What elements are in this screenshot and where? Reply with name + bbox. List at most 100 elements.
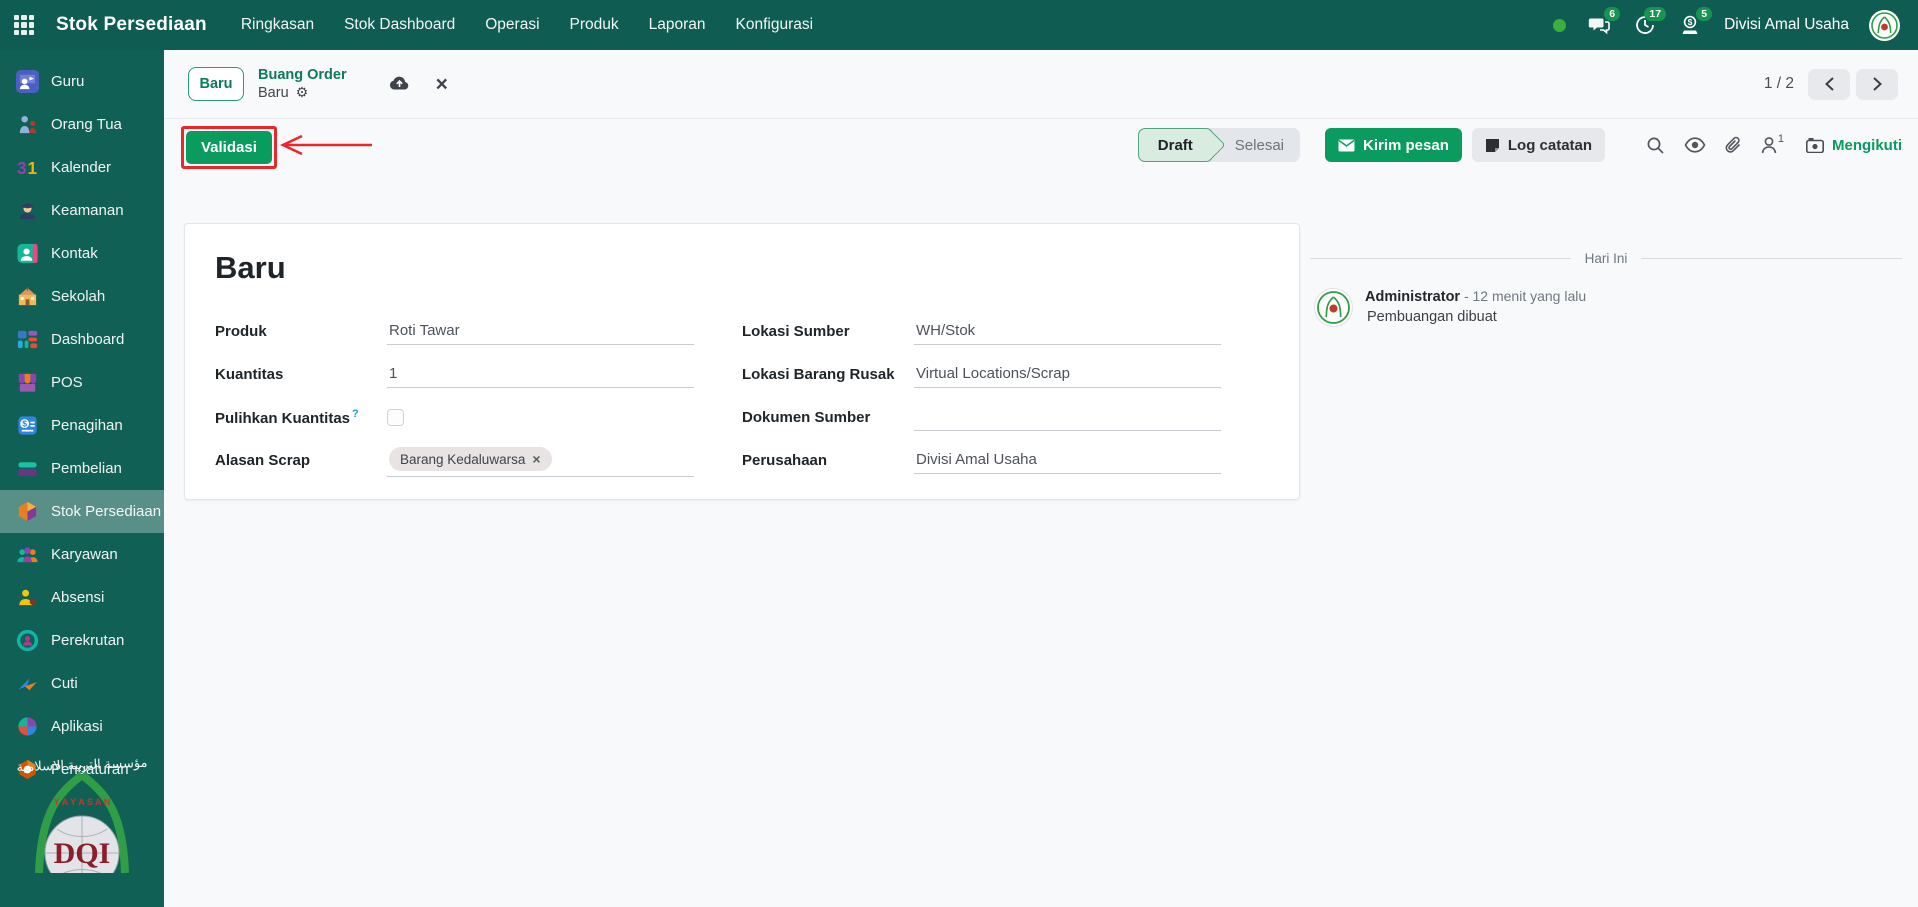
alasan-scrap-input[interactable]: Barang Kedaluwarsa ×	[387, 444, 694, 477]
followers-icon[interactable]: 1	[1761, 133, 1784, 154]
validate-button[interactable]: Validasi	[186, 131, 272, 164]
company-name[interactable]: Divisi Amal Usaha	[1724, 16, 1849, 34]
menu-laporan[interactable]: Laporan	[649, 16, 706, 34]
sidebar-item-perekrutan[interactable]: Perekrutan	[0, 619, 164, 662]
field-produk: Produk Roti Tawar	[215, 310, 694, 353]
form-sheet: Baru Produk Roti Tawar Kuantitas 1 Pulih…	[184, 223, 1300, 500]
sidebar-item-keamanan[interactable]: Keamanan	[0, 189, 164, 232]
activities-icon[interactable]: 17	[1632, 7, 1667, 38]
field-lokasi-barang-rusak: Lokasi Barang Rusak Virtual Locations/Sc…	[742, 353, 1221, 396]
sidebar-item-orang-tua[interactable]: Orang Tua	[0, 103, 164, 146]
top-bar: Stok Persediaan Ringkasan Stok Dashboard…	[0, 0, 1918, 50]
sidebar-item-pos[interactable]: POS	[0, 361, 164, 404]
sidebar-item-absensi[interactable]: Absensi	[0, 576, 164, 619]
current-app-name[interactable]: Stok Persediaan	[56, 14, 207, 36]
date-divider: Hari Ini	[1310, 251, 1902, 266]
sidebar-item-guru[interactable]: Guru	[0, 60, 164, 103]
breadcrumb-current: Baru	[258, 85, 289, 101]
breadcrumb-parent-link[interactable]: Buang Order	[258, 66, 347, 84]
menu-konfigurasi[interactable]: Konfigurasi	[736, 16, 814, 34]
employees-icon	[17, 547, 38, 563]
annotation-arrow	[279, 134, 372, 156]
followers-count: 1	[1777, 133, 1784, 145]
follow-toggle[interactable]: Mengikuti	[1806, 137, 1902, 154]
invoicing-icon: $	[18, 416, 37, 435]
menu-ringkasan[interactable]: Ringkasan	[241, 16, 314, 34]
lokasi-barang-rusak-input[interactable]: Virtual Locations/Scrap	[914, 362, 1221, 388]
sidebar-item-sekolah[interactable]: Sekolah	[0, 275, 164, 318]
user-avatar[interactable]	[1869, 9, 1900, 41]
inventory-icon	[18, 501, 37, 522]
school-icon	[18, 286, 37, 306]
status-draft[interactable]: Draft	[1137, 128, 1213, 162]
follow-icon	[1806, 137, 1824, 153]
sidebar-item-kalender[interactable]: 31 Kalender	[0, 146, 164, 189]
envelope-icon	[1338, 139, 1355, 151]
odoo-app: Stok Persediaan Ringkasan Stok Dashboard…	[0, 0, 1918, 907]
send-message-button[interactable]: Kirim pesan	[1325, 128, 1462, 162]
eye-icon[interactable]	[1684, 137, 1706, 153]
field-dokumen-sumber: Dokumen Sumber	[742, 396, 1221, 439]
field-perusahaan: Perusahaan Divisi Amal Usaha	[742, 439, 1221, 482]
record-title: Baru	[215, 250, 286, 285]
logo-yayasan-text: Y A Y A S A N	[54, 797, 111, 807]
gear-icon[interactable]: ⚙	[296, 84, 309, 102]
attendance-icon	[19, 589, 36, 606]
activities-badge: 17	[1644, 7, 1667, 21]
tag-remove-icon[interactable]: ×	[532, 451, 540, 467]
record-pager: 1 / 2	[1763, 68, 1898, 100]
sidebar-item-penagihan[interactable]: $ Penagihan	[0, 404, 164, 447]
sidebar-item-kontak[interactable]: Kontak	[0, 232, 164, 275]
status-bar: Draft Selesai	[1137, 128, 1300, 162]
perusahaan-input[interactable]: Divisi Amal Usaha	[914, 448, 1221, 474]
breadcrumb-bar: Baru Buang Order Baru ⚙ × 1 / 2	[164, 50, 1918, 119]
svg-text:3: 3	[17, 158, 27, 178]
chatter-message[interactable]: Administrator - 12 menit yang lalu Pembu…	[1310, 288, 1902, 327]
dokumen-sumber-input[interactable]	[914, 405, 1221, 431]
discard-close-icon[interactable]: ×	[436, 74, 448, 95]
message-author: Administrator	[1365, 289, 1461, 305]
save-cloud-icon[interactable]	[389, 74, 410, 95]
attachment-icon[interactable]	[1725, 136, 1742, 155]
presence-dot	[1553, 18, 1567, 32]
menu-stok-dashboard[interactable]: Stok Dashboard	[344, 16, 455, 34]
sidebar-item-pembelian[interactable]: Pembelian	[0, 447, 164, 490]
lokasi-sumber-input[interactable]: WH/Stok	[914, 319, 1221, 345]
recruitment-icon	[16, 629, 39, 652]
messages-icon[interactable]: 6	[1586, 7, 1621, 38]
status-selesai[interactable]: Selesai	[1213, 128, 1300, 162]
pager-next-button[interactable]	[1856, 68, 1898, 100]
sidebar-item-karyawan[interactable]: Karyawan	[0, 533, 164, 576]
sidebar-item-dashboard[interactable]: Dashboard	[0, 318, 164, 361]
pager-count: 1 / 2	[1763, 75, 1794, 92]
pager-previous-button[interactable]	[1808, 68, 1850, 100]
field-pulihkan-kuantitas: Pulihkan Kuantitas?	[215, 396, 694, 439]
logo-dqi-text: DQI	[54, 837, 111, 870]
produk-input[interactable]: Roti Tawar	[387, 319, 694, 345]
sidebar-item-cuti[interactable]: Cuti	[0, 662, 164, 705]
help-icon[interactable]: ?	[352, 408, 359, 420]
pos-icon	[18, 373, 37, 392]
search-message-icon[interactable]	[1646, 136, 1665, 155]
kuantitas-input[interactable]: 1	[387, 362, 694, 388]
contacts-icon	[17, 243, 38, 264]
menu-operasi[interactable]: Operasi	[485, 16, 539, 34]
sidebar-item-aplikasi[interactable]: Aplikasi	[0, 705, 164, 748]
chatter-actions: Kirim pesan Log catatan 1 Mengikuti	[1325, 128, 1902, 162]
apps-icon	[18, 717, 37, 736]
pulihkan-kuantitas-checkbox[interactable]	[387, 409, 404, 426]
new-record-button[interactable]: Baru	[188, 67, 244, 101]
apps-grid-icon[interactable]	[14, 15, 34, 35]
requests-icon[interactable]: $ 5	[1678, 7, 1713, 38]
note-icon	[1485, 138, 1499, 152]
teacher-icon	[16, 70, 39, 93]
message-time: - 12 menit yang lalu	[1463, 288, 1587, 304]
menu-produk[interactable]: Produk	[570, 16, 619, 34]
sidebar-item-stok-persediaan[interactable]: Stok Persediaan	[0, 490, 164, 533]
action-bar: Validasi Draft Selesai Kirim pesan Log c…	[164, 119, 1918, 171]
app-sidebar: Guru Orang Tua 31 Kalender Keamanan Kont…	[0, 50, 164, 907]
validate-highlight-frame: Validasi	[181, 126, 277, 169]
dashboard-icon	[17, 330, 38, 349]
svg-text:$: $	[1688, 17, 1693, 27]
log-note-button[interactable]: Log catatan	[1471, 128, 1606, 162]
